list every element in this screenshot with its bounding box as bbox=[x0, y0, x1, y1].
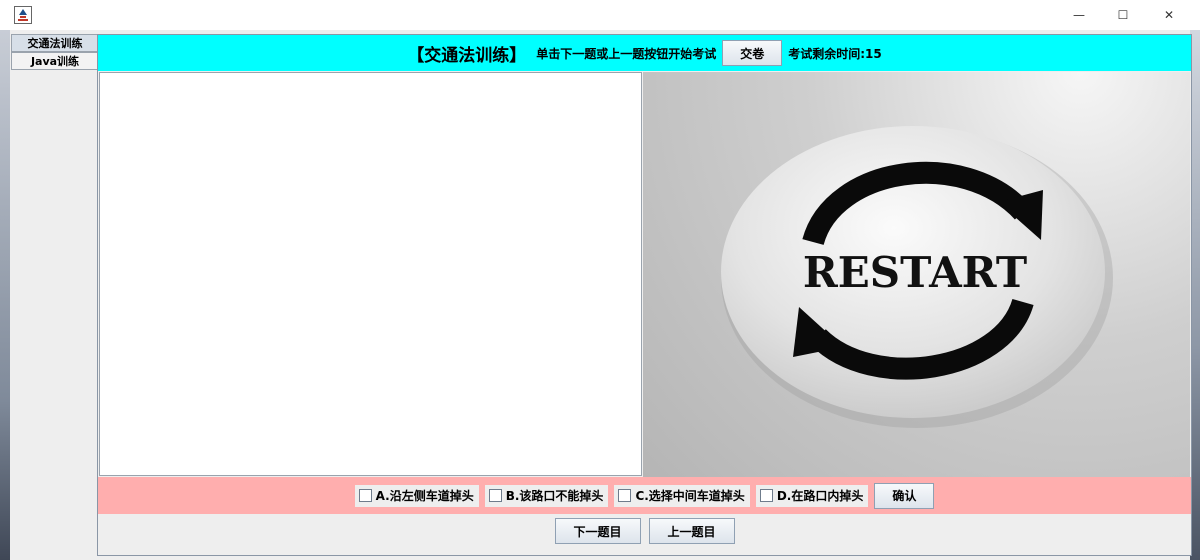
maximize-button[interactable]: ☐ bbox=[1100, 0, 1146, 30]
page-title: 【交通法训练】 bbox=[407, 45, 527, 66]
minimize-button[interactable]: — bbox=[1056, 0, 1102, 30]
option-c-label: C.选择中间车道掉头 bbox=[635, 489, 745, 503]
window-titlebar: — ☐ ✕ bbox=[0, 0, 1200, 30]
checkbox[interactable] bbox=[358, 489, 372, 502]
option-d[interactable]: D.在路口内掉头 bbox=[755, 484, 869, 507]
java-app-icon bbox=[14, 6, 32, 24]
tab-java[interactable]: Java训练 bbox=[11, 52, 99, 70]
option-b[interactable]: B.该路口不能掉头 bbox=[484, 484, 609, 507]
restart-text: RESTART bbox=[803, 248, 1027, 297]
restart-icon: RESTART bbox=[721, 126, 1113, 428]
timer-label: 考试剩余时间:15 bbox=[788, 46, 882, 61]
navigation-bar: 下一题目 上一题目 bbox=[98, 518, 1191, 548]
window-content: 交通法训练 Java训练 【交通法训练】 单击下一题或上一题按钮开始考试 交卷 … bbox=[10, 30, 1192, 560]
answer-options: A.沿左侧车道掉头 B.该路口不能掉头 C.选择中间车道掉头 D.在路口内掉头 … bbox=[98, 477, 1191, 514]
close-button[interactable]: ✕ bbox=[1146, 0, 1192, 30]
exam-panel: 【交通法训练】 单击下一题或上一题按钮开始考试 交卷 考试剩余时间:15 RES… bbox=[97, 34, 1192, 556]
submit-exam-button[interactable]: 交卷 bbox=[722, 40, 783, 66]
option-d-label: D.在路口内掉头 bbox=[776, 489, 864, 503]
question-text-area[interactable] bbox=[99, 72, 642, 476]
tab-traffic-law[interactable]: 交通法训练 bbox=[11, 34, 99, 52]
option-c[interactable]: C.选择中间车道掉头 bbox=[614, 484, 750, 507]
question-image: RESTART bbox=[643, 72, 1190, 477]
confirm-button[interactable]: 确认 bbox=[874, 482, 935, 509]
checkbox[interactable] bbox=[759, 489, 773, 502]
header-bar: 【交通法训练】 单击下一题或上一题按钮开始考试 交卷 考试剩余时间:15 bbox=[98, 35, 1191, 71]
option-b-label: B.该路口不能掉头 bbox=[505, 489, 604, 503]
previous-question-button[interactable]: 上一题目 bbox=[648, 518, 735, 544]
checkbox[interactable] bbox=[618, 489, 632, 502]
option-a-label: A.沿左侧车道掉头 bbox=[375, 489, 474, 503]
next-question-button[interactable]: 下一题目 bbox=[554, 518, 641, 544]
instruction-text: 单击下一题或上一题按钮开始考试 bbox=[536, 46, 717, 61]
desktop-background-left bbox=[0, 30, 10, 560]
checkbox[interactable] bbox=[488, 489, 502, 502]
option-a[interactable]: A.沿左侧车道掉头 bbox=[354, 484, 479, 507]
